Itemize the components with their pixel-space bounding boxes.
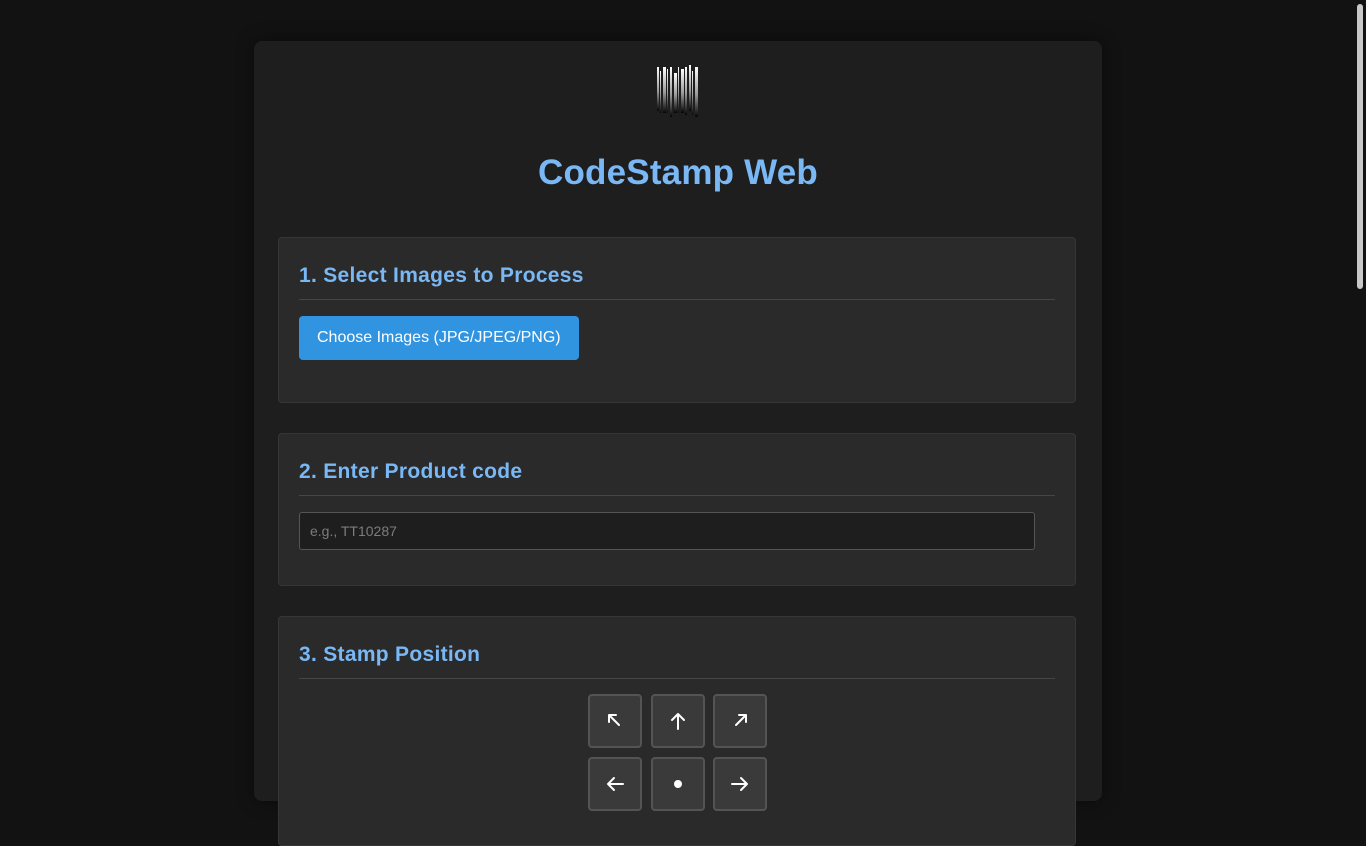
arrow-right-icon (731, 777, 748, 791)
center-icon (674, 780, 682, 788)
arrow-left-icon (607, 777, 624, 791)
select-images-section: 1. Select Images to Process Choose Image… (278, 237, 1076, 403)
section-heading: 3. Stamp Position (299, 643, 1055, 679)
position-top-center-button[interactable] (651, 694, 705, 748)
product-code-input[interactable] (299, 512, 1035, 550)
stamp-position-section: 3. Stamp Position (278, 616, 1076, 846)
position-middle-right-button[interactable] (713, 757, 767, 811)
product-code-section: 2. Enter Product code (278, 433, 1076, 586)
page-scrollbar[interactable] (1354, 0, 1366, 768)
position-center-button[interactable] (651, 757, 705, 811)
section-heading: 2. Enter Product code (299, 460, 1055, 496)
arrow-up-right-icon (735, 714, 747, 726)
arrow-up-icon (671, 713, 685, 730)
page-title: CodeStamp Web (537, 153, 819, 192)
position-top-left-button[interactable] (588, 694, 642, 748)
section-heading: 1. Select Images to Process (299, 264, 1055, 300)
position-top-right-button[interactable] (713, 694, 767, 748)
choose-images-button[interactable]: Choose Images (JPG/JPEG/PNG) (299, 316, 579, 360)
arrow-up-left-icon (608, 714, 620, 726)
scrollbar-thumb[interactable] (1357, 4, 1363, 289)
position-middle-left-button[interactable] (588, 757, 642, 811)
barcode-logo-icon (657, 65, 698, 117)
main-panel: CodeStamp Web 1. Select Images to Proces… (254, 41, 1102, 846)
